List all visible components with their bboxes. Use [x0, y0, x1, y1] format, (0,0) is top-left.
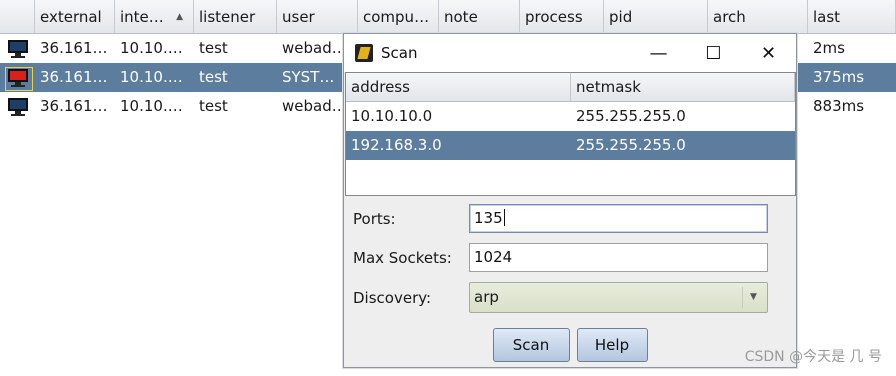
listener-cell: test: [199, 68, 228, 86]
address-cell: 192.168.3.0: [351, 136, 442, 154]
header-note[interactable]: note: [439, 0, 520, 33]
netmask-cell: 255.255.255.0: [576, 136, 686, 154]
header-netmask[interactable]: netmask: [571, 73, 795, 101]
external-cell: 36.161…: [40, 39, 108, 57]
header-process[interactable]: process: [520, 0, 604, 33]
close-button[interactable]: ✕: [741, 34, 796, 72]
dialog-title: Scan: [381, 44, 418, 62]
max-sockets-value: 1024: [474, 248, 513, 266]
help-button[interactable]: Help: [576, 328, 648, 362]
dialog-titlebar[interactable]: Scan — ☐ ✕: [344, 34, 796, 72]
listener-cell: test: [199, 39, 228, 57]
netmask-cell: 255.255.255.0: [576, 107, 686, 125]
computer-icon: [6, 97, 30, 117]
last-cell: 883ms: [813, 97, 865, 115]
header-icon-column[interactable]: [0, 0, 35, 33]
minimize-button[interactable]: —: [631, 34, 686, 72]
header-address[interactable]: address: [346, 73, 571, 101]
last-cell: 2ms: [813, 39, 845, 57]
internal-cell: 10.10.…: [120, 97, 183, 115]
header-internal[interactable]: inte… ▲: [115, 0, 194, 33]
header-external[interactable]: external: [35, 0, 115, 33]
discovery-value: arp: [474, 288, 499, 306]
header-computer[interactable]: compu…: [358, 0, 439, 33]
discovery-row: Discovery: arp ▼: [353, 282, 768, 313]
maximize-button[interactable]: ☐: [686, 34, 741, 72]
header-user[interactable]: user: [277, 0, 358, 33]
header-last[interactable]: last: [808, 0, 896, 33]
scan-button[interactable]: Scan: [492, 328, 570, 362]
sessions-header: external inte… ▲ listener user compu… not…: [0, 0, 896, 34]
address-cell: 10.10.10.0: [351, 107, 433, 125]
text-caret: [503, 209, 505, 226]
ports-label: Ports:: [353, 209, 396, 228]
list-item[interactable]: 10.10.10.0 255.255.255.0: [346, 102, 795, 131]
max-sockets-label: Max Sockets:: [353, 248, 452, 267]
discovery-select[interactable]: arp ▼: [469, 282, 768, 313]
max-sockets-row: Max Sockets: 1024: [353, 243, 768, 272]
app-icon: [355, 44, 373, 62]
ports-row: Ports: 135: [353, 204, 768, 233]
internal-cell: 10.10.…: [120, 39, 183, 57]
ports-input[interactable]: 135: [469, 204, 768, 233]
last-cell: 375ms: [813, 68, 865, 86]
watermark: CSDN @今天是 几 号: [744, 349, 882, 365]
address-list[interactable]: address netmask 10.10.10.0 255.255.255.0…: [345, 72, 796, 196]
scan-dialog: Scan — ☐ ✕ address netmask 10.10.10.0 25…: [343, 33, 797, 368]
header-arch[interactable]: arch: [708, 0, 808, 33]
header-listener[interactable]: listener: [194, 0, 277, 33]
sort-ascending-icon: ▲: [176, 12, 183, 22]
computer-icon: [6, 39, 30, 59]
external-cell: 36.161…: [40, 97, 108, 115]
max-sockets-input[interactable]: 1024: [469, 243, 768, 272]
header-pid[interactable]: pid: [604, 0, 708, 33]
list-item[interactable]: 192.168.3.0 255.255.255.0: [346, 131, 795, 160]
address-list-header: address netmask: [346, 73, 795, 102]
internal-cell: 10.10.…: [120, 68, 183, 86]
chevron-down-icon[interactable]: ▼: [742, 287, 764, 308]
listener-cell: test: [199, 97, 228, 115]
discovery-label: Discovery:: [353, 288, 432, 307]
ports-value: 135: [474, 209, 503, 227]
computer-alert-icon: [5, 66, 33, 91]
external-cell: 36.161…: [40, 68, 108, 86]
header-internal-label: inte…: [120, 8, 164, 26]
dialog-buttons: Scan Help: [344, 328, 796, 362]
